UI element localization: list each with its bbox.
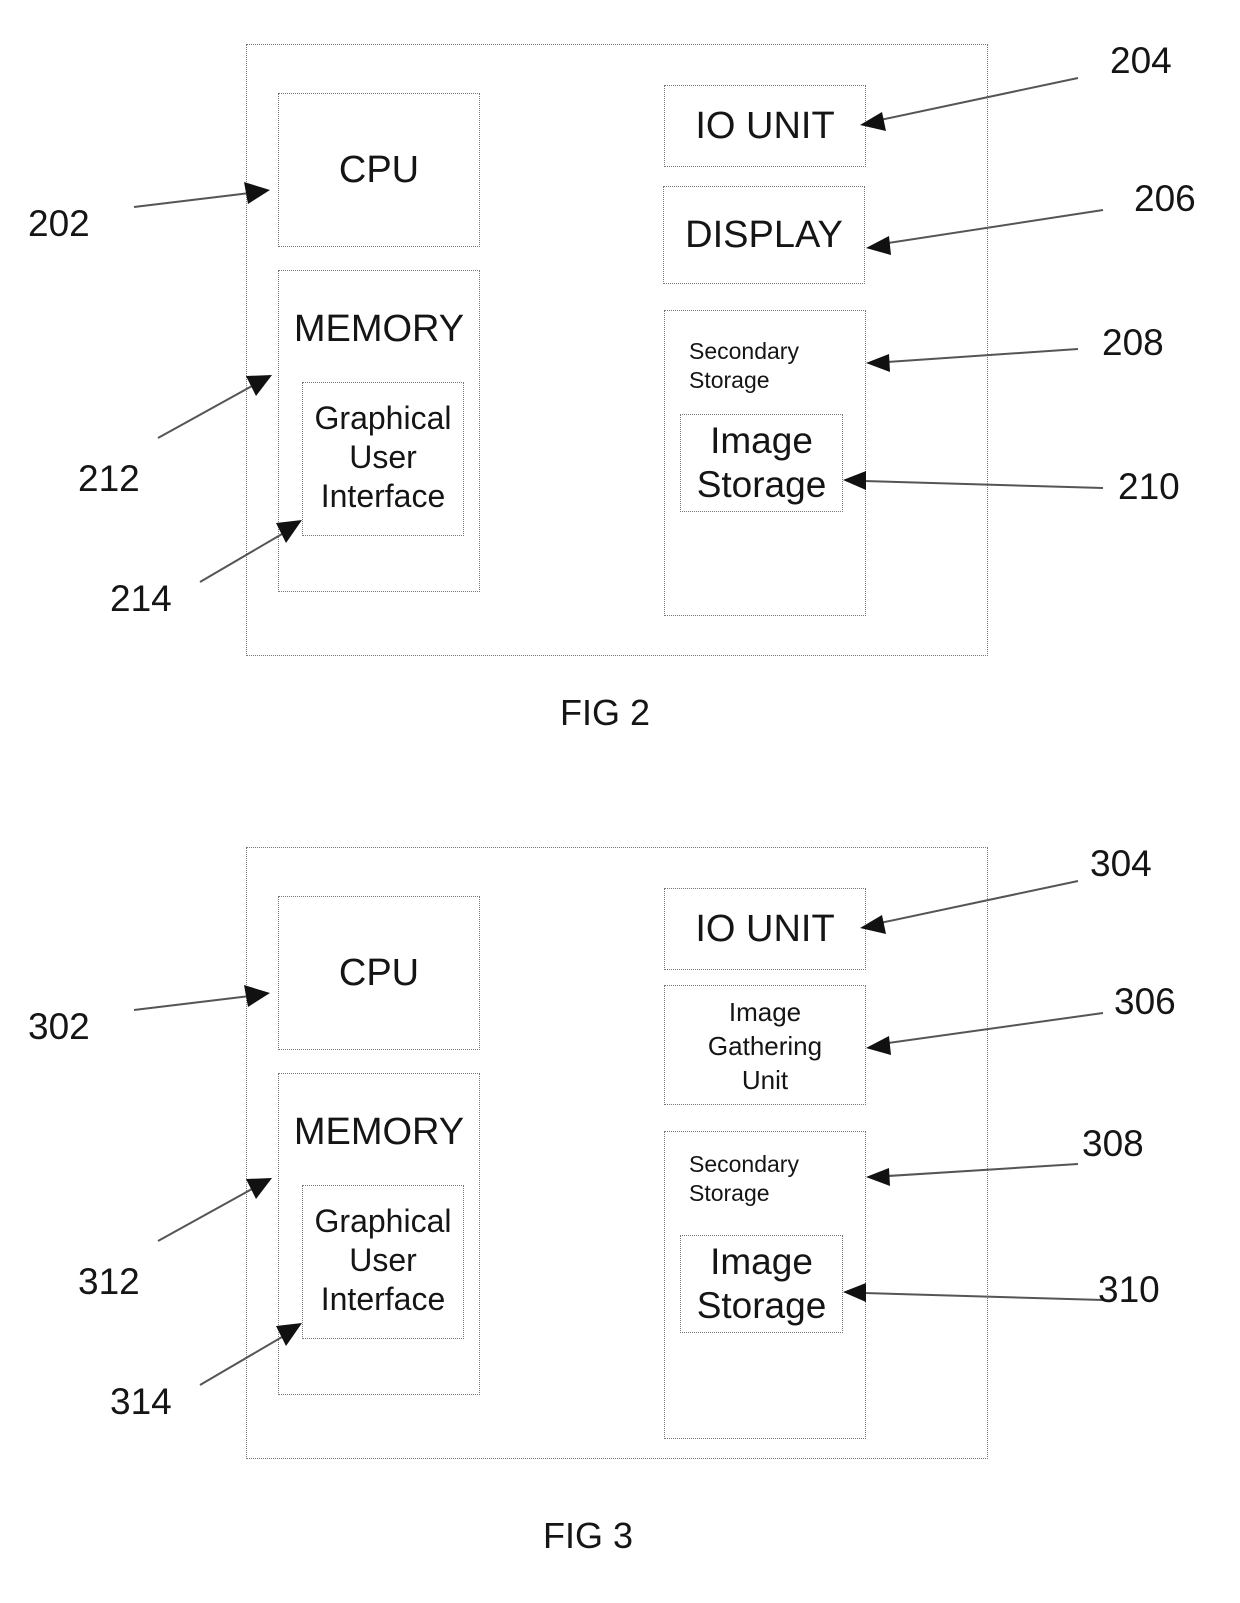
leader-line-312: [157, 1188, 253, 1242]
arrowhead-314: [276, 1323, 302, 1346]
arrowhead-202: [244, 182, 270, 204]
arrowhead-212: [246, 375, 272, 396]
leader-line-306: [887, 1012, 1104, 1044]
leader-arrows: [133, 77, 1104, 583]
ref-label-io-unit: 204: [1110, 40, 1172, 81]
ref-label-display: 206: [1134, 178, 1196, 219]
arrowhead-214: [276, 520, 302, 543]
figure-2: CPU MEMORY Graphical User Interface IO U…: [0, 0, 1240, 800]
ref-label-io-unit: 304: [1090, 843, 1152, 884]
arrowhead-310: [843, 1283, 866, 1302]
ref-label-cpu: 202: [28, 203, 90, 244]
arrowhead-302: [244, 985, 270, 1007]
arrowhead-304: [860, 915, 886, 934]
leader-line-210: [863, 480, 1104, 489]
ref-label-image-storage: 210: [1118, 466, 1180, 507]
arrowhead-206: [866, 236, 891, 255]
arrowhead-306: [866, 1036, 891, 1055]
leader-line-202: [133, 192, 251, 208]
leader-line-214: [199, 533, 283, 583]
ref-label-memory: 312: [78, 1261, 140, 1302]
ref-label-secondary-storage: 308: [1082, 1123, 1144, 1164]
ref-label-image-storage: 310: [1098, 1269, 1160, 1310]
leader-line-212: [157, 385, 253, 439]
ref-label-gui: 214: [110, 578, 172, 619]
leader-line-208: [887, 348, 1079, 363]
arrowhead-312: [246, 1178, 272, 1199]
ref-label-memory: 212: [78, 458, 140, 499]
figure-3: CPU MEMORY Graphical User Interface IO U…: [0, 803, 1240, 1603]
figure-caption: FIG 2: [560, 692, 651, 733]
ref-label-cpu: 302: [28, 1006, 90, 1047]
figure-caption: FIG 3: [543, 1515, 634, 1556]
leader-arrows: [133, 880, 1104, 1386]
arrowhead-308: [866, 1168, 890, 1186]
ref-label-image-gathering-unit: 306: [1114, 981, 1176, 1022]
leader-line-314: [199, 1336, 283, 1386]
leader-line-308: [887, 1163, 1079, 1177]
leader-line-310: [863, 1292, 1104, 1301]
arrowhead-208: [866, 354, 890, 372]
leader-line-204: [879, 77, 1079, 121]
ref-label-secondary-storage: 208: [1102, 322, 1164, 363]
leader-line-206: [887, 209, 1104, 244]
arrowhead-204: [860, 112, 886, 131]
leader-line-302: [133, 995, 251, 1011]
ref-label-gui: 314: [110, 1381, 172, 1422]
leader-line-304: [879, 880, 1079, 924]
arrowhead-210: [843, 471, 866, 490]
